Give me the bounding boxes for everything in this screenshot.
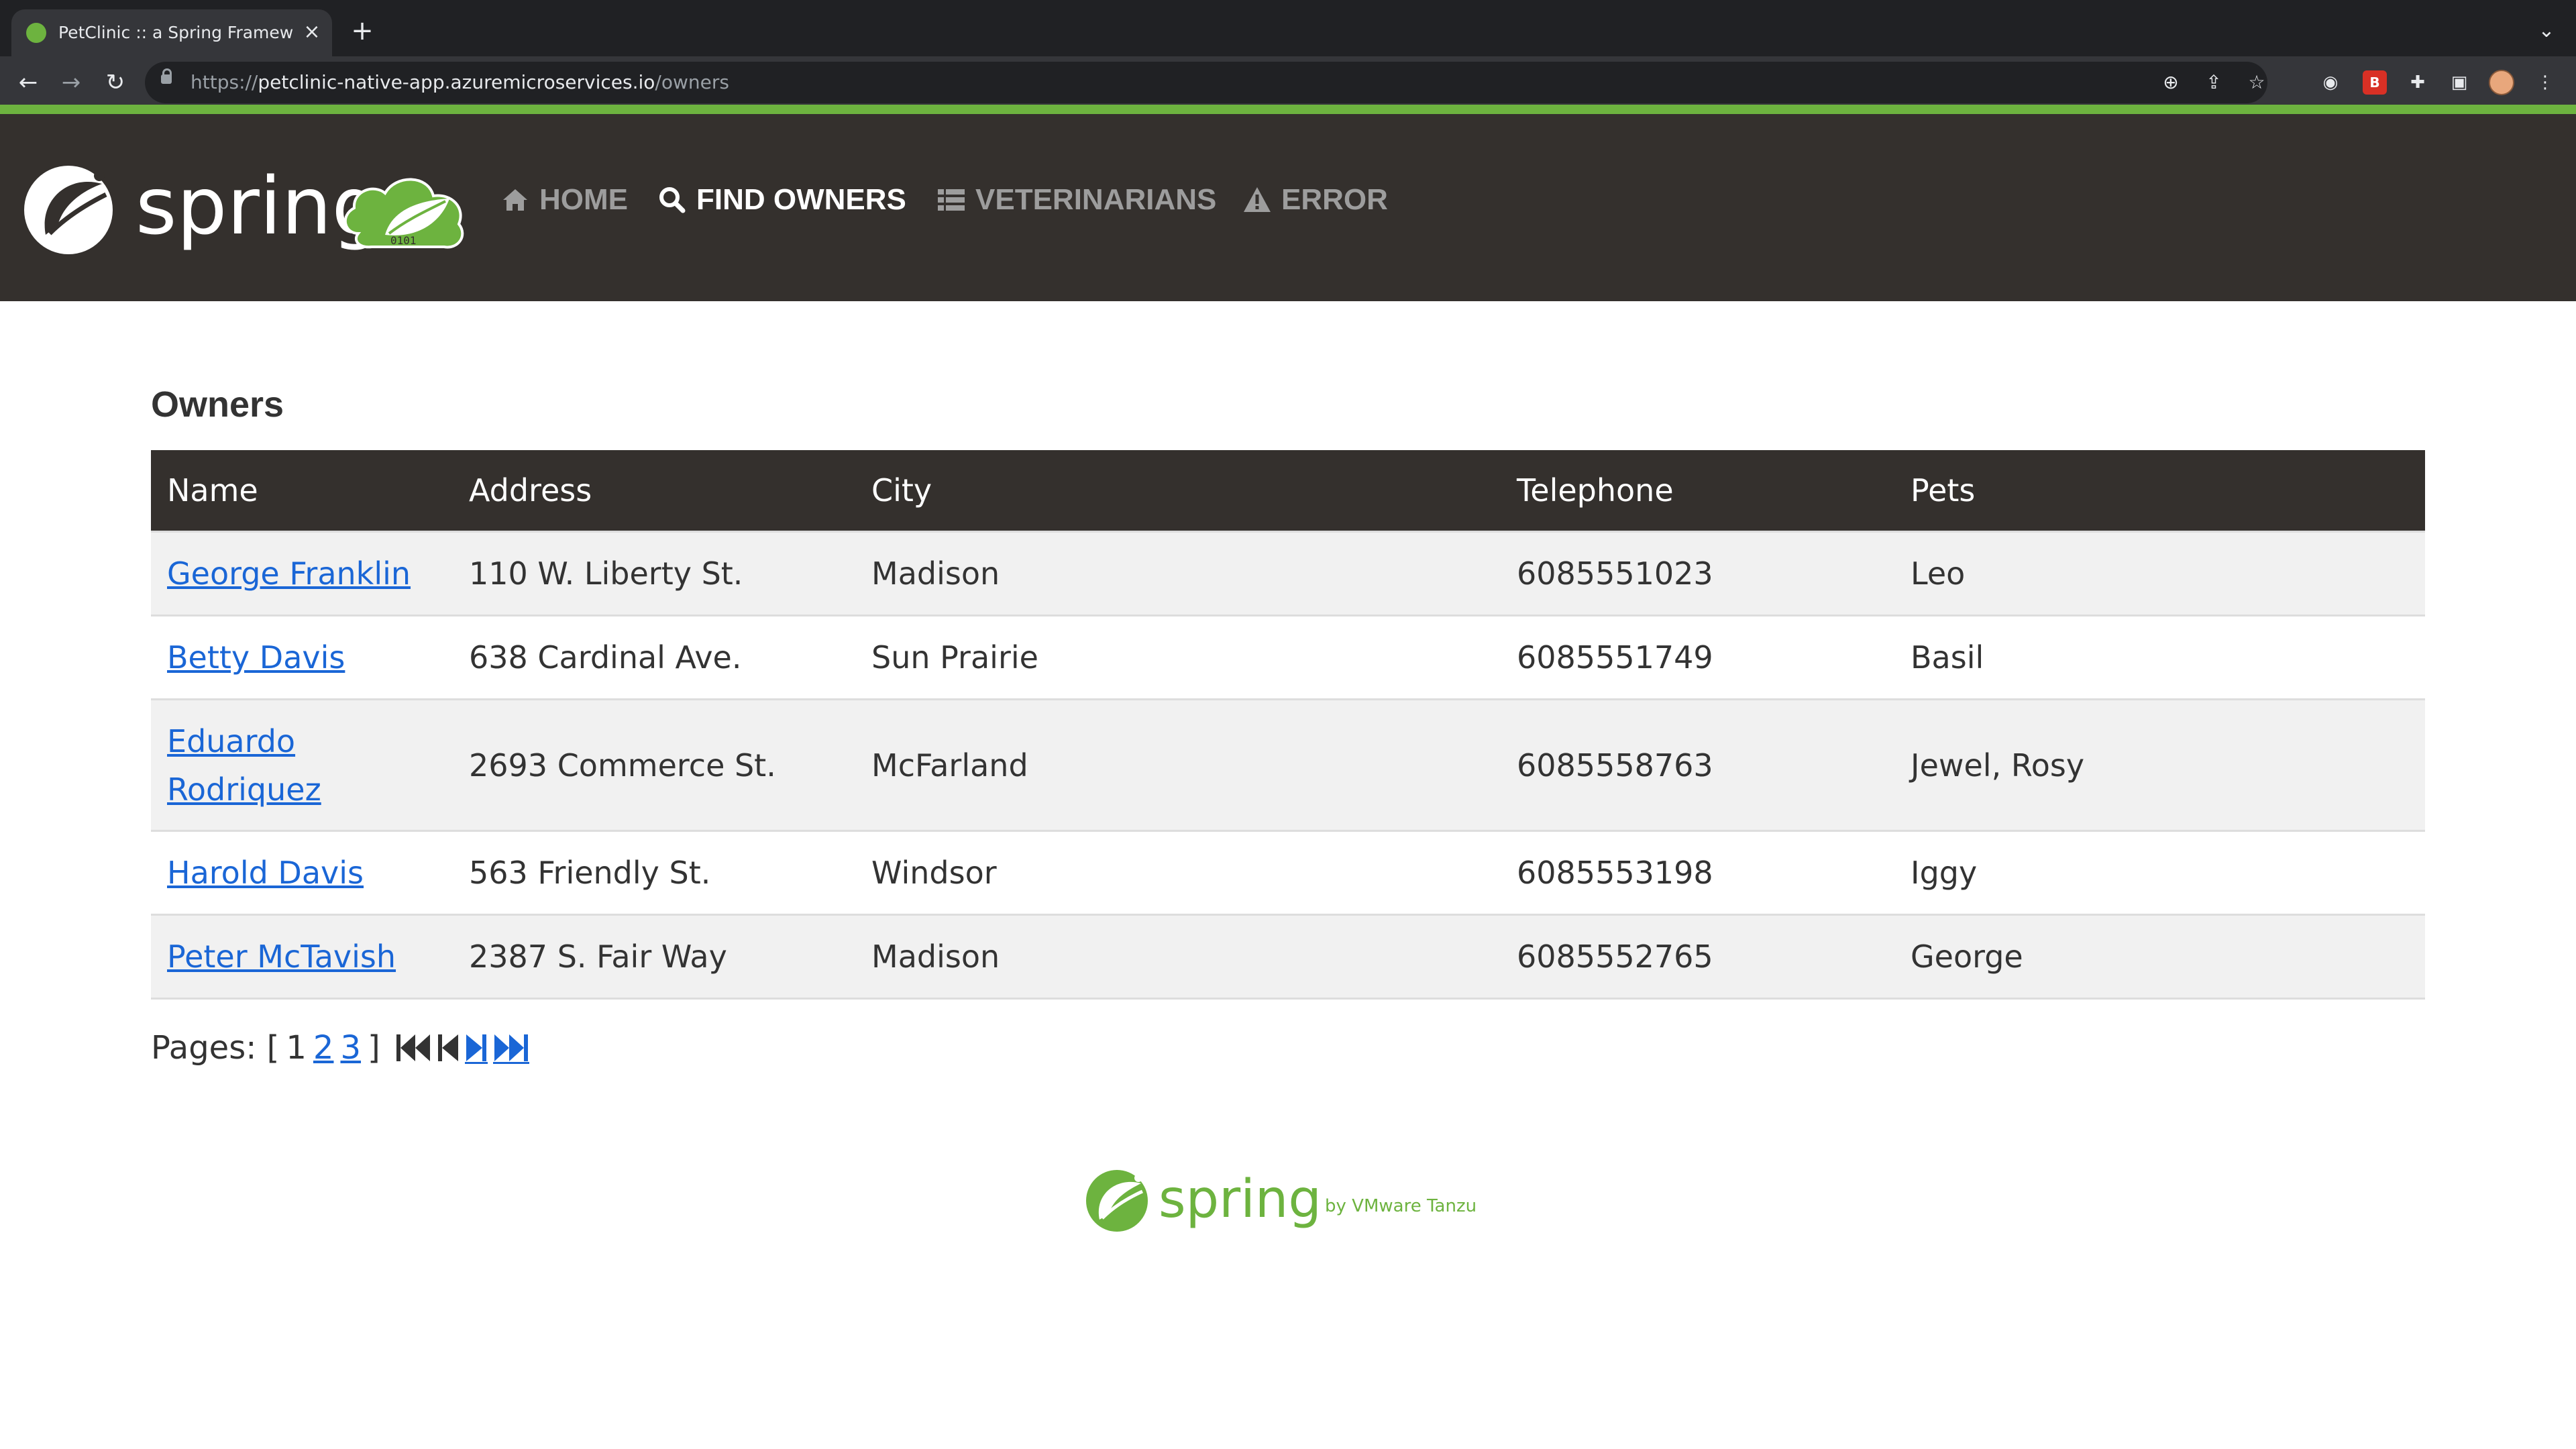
page-title: Owners <box>151 384 284 425</box>
previous-page-icon <box>437 1034 458 1061</box>
svg-text:spring: spring <box>136 160 382 252</box>
column-header-city[interactable]: City <box>855 450 1501 532</box>
pagination-close: ] <box>368 1029 380 1067</box>
owner-name-cell: Peter McTavish <box>151 914 453 1000</box>
owner-link[interactable]: Peter McTavish <box>167 938 396 975</box>
owner-name-cell: Harold Davis <box>151 830 453 915</box>
table-row: Peter McTavish 2387 S. Fair Way Madison … <box>151 914 2425 1000</box>
page-link-3[interactable]: 3 <box>340 1024 361 1071</box>
browser-toolbar: ← → ↻ https://petclinic-native-app.azure… <box>0 56 2576 109</box>
owner-link[interactable]: Eduardo Rodriquez <box>167 717 422 814</box>
pets-cell: George <box>1894 914 2425 1000</box>
telephone-cell: 6085558763 <box>1501 698 1894 831</box>
pagination-label: Pages: [ <box>151 1029 280 1067</box>
pets-cell: Basil <box>1894 614 2425 700</box>
telephone-cell: 6085551749 <box>1501 614 1894 700</box>
spring-logo[interactable]: spring 0101 <box>23 160 482 260</box>
last-page-icon[interactable] <box>492 1032 529 1064</box>
browser-tab-strip: PetClinic :: a Spring Framework × + ⌄ <box>0 0 2576 56</box>
page-link-2[interactable]: 2 <box>313 1024 334 1071</box>
owner-link[interactable]: George Franklin <box>167 555 411 592</box>
back-icon[interactable]: ← <box>13 68 43 97</box>
site-navbar: spring 0101 HOME FIND OWNERS VETERINARIA… <box>0 114 2576 301</box>
table-row: George Franklin 110 W. Liberty St. Madis… <box>151 531 2425 616</box>
table-row: Harold Davis 563 Friendly St. Windsor 60… <box>151 830 2425 915</box>
table-header-row: Name Address City Telephone Pets <box>151 450 2425 532</box>
column-header-telephone[interactable]: Telephone <box>1501 450 1894 532</box>
pagination: Pages: [ 1 2 3 ] <box>151 1024 529 1071</box>
address-cell: 110 W. Liberty St. <box>453 531 855 616</box>
city-cell: Sun Prairie <box>855 614 1501 700</box>
tab-title: PetClinic :: a Spring Framework <box>58 23 293 42</box>
extensions-puzzle-icon[interactable]: ✚ <box>2406 70 2430 95</box>
favicon-icon <box>26 23 46 43</box>
search-icon <box>659 187 686 213</box>
telephone-cell: 6085553198 <box>1501 830 1894 915</box>
first-page-icon <box>396 1034 430 1061</box>
next-page-icon[interactable] <box>464 1032 488 1064</box>
city-cell: Madison <box>855 914 1501 1000</box>
reload-icon[interactable]: ↻ <box>101 68 130 97</box>
city-cell: McFarland <box>855 698 1501 831</box>
address-cell: 2387 S. Fair Way <box>453 914 855 1000</box>
accent-bar <box>0 105 2576 114</box>
owner-name-cell: Eduardo Rodriquez <box>151 698 453 831</box>
owner-link[interactable]: Betty Davis <box>167 639 345 676</box>
forward-icon[interactable]: → <box>56 68 86 97</box>
telephone-cell: 6085552765 <box>1501 914 1894 1000</box>
column-header-pets[interactable]: Pets <box>1894 450 2425 532</box>
address-cell: 2693 Commerce St. <box>453 698 855 831</box>
svg-text:by VMware Tanzu: by VMware Tanzu <box>1325 1196 1477 1216</box>
address-cell: 638 Cardinal Ave. <box>453 614 855 700</box>
profile-avatar[interactable] <box>2489 70 2514 95</box>
owner-name-cell: Betty Davis <box>151 614 453 700</box>
owner-name-cell: George Franklin <box>151 531 453 616</box>
spring-by-vmware-tanzu-logo: spring by VMware Tanzu <box>1086 1169 1477 1232</box>
pets-cell: Leo <box>1894 531 2425 616</box>
city-cell: Madison <box>855 531 1501 616</box>
side-panel-icon[interactable]: ▣ <box>2447 70 2471 95</box>
browser-menu-icon[interactable]: ⋮ <box>2533 70 2557 95</box>
nav-find-owners[interactable]: FIND OWNERS <box>657 180 906 220</box>
nav-veterinarians[interactable]: VETERINARIANS <box>936 180 1216 220</box>
new-tab-button[interactable]: + <box>349 17 376 44</box>
owner-link[interactable]: Harold Davis <box>167 855 364 891</box>
nav-home[interactable]: HOME <box>500 180 628 220</box>
pets-cell: Jewel, Rosy <box>1894 698 2425 831</box>
svg-text:0101: 0101 <box>390 234 417 247</box>
svg-text:spring: spring <box>1159 1169 1322 1230</box>
zoom-icon[interactable]: ⊕ <box>2157 69 2184 96</box>
telephone-cell: 6085551023 <box>1501 531 1894 616</box>
lock-icon <box>161 68 172 84</box>
url-text: https://petclinic-native-app.azuremicros… <box>191 71 729 93</box>
list-icon <box>938 189 965 211</box>
table-row: Eduardo Rodriquez 2693 Commerce St. McFa… <box>151 698 2425 831</box>
current-page: 1 <box>286 1029 307 1067</box>
browser-tab[interactable]: PetClinic :: a Spring Framework × <box>11 9 332 56</box>
share-icon[interactable]: ⇪ <box>2200 69 2227 96</box>
column-header-address[interactable]: Address <box>453 450 855 532</box>
tab-search-icon[interactable]: ⌄ <box>2533 17 2560 44</box>
camera-extension-icon[interactable]: ◉ <box>2318 70 2343 95</box>
column-header-name[interactable]: Name <box>151 450 453 532</box>
table-row: Betty Davis 638 Cardinal Ave. Sun Prairi… <box>151 614 2425 700</box>
nav-error[interactable]: ERROR <box>1242 180 1388 220</box>
bookmark-star-icon[interactable]: ☆ <box>2243 69 2270 96</box>
address-cell: 563 Friendly St. <box>453 830 855 915</box>
owners-table: Name Address City Telephone Pets George … <box>151 450 2425 1000</box>
tab-close-icon[interactable]: × <box>300 19 324 46</box>
pets-cell: Iggy <box>1894 830 2425 915</box>
address-bar[interactable]: https://petclinic-native-app.azuremicros… <box>145 62 2267 103</box>
warning-icon <box>1244 187 1271 212</box>
home-icon <box>503 189 527 211</box>
city-cell: Windsor <box>855 830 1501 915</box>
extension-badge-icon[interactable]: B <box>2363 70 2387 95</box>
